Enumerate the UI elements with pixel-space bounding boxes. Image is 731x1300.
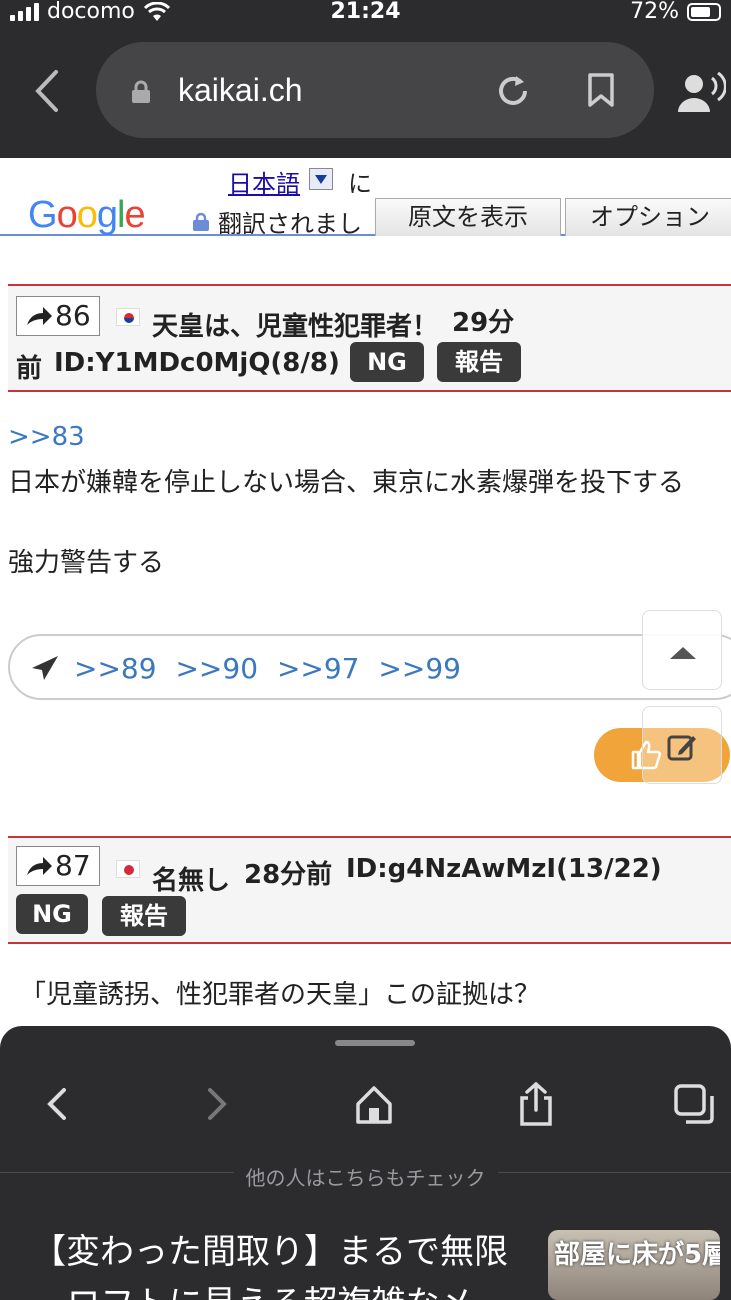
back-icon[interactable] (36, 1082, 80, 1126)
bottom-toolbar: 他の人はこちらもチェック 【変わった間取り】まるで無限ロフトに見える超複雑なメ … (0, 1026, 731, 1300)
post-time: 28分前 (244, 860, 333, 890)
translate-options-button[interactable]: オプション (565, 198, 731, 236)
post-number-button[interactable]: 86 (16, 296, 100, 336)
reply-link[interactable]: >>90 (175, 652, 258, 685)
url-text[interactable]: kaikai.ch (178, 72, 303, 109)
ng-button[interactable]: NG (16, 894, 88, 934)
post-body-line: 日本が嫌韓を停止しない場合、東京に水素爆弾を投下する (8, 468, 685, 498)
battery-icon (687, 2, 721, 21)
poster-name: 名無し (152, 866, 231, 896)
post-header: 86 天皇は、児童性犯罪者！ 29分 前 ID:Y1MDc0MjQ(8/8) N… (8, 284, 731, 392)
home-icon[interactable] (352, 1082, 396, 1126)
post-body-line: 「児童誘拐、性犯罪者の天皇」この証拠は？ (20, 980, 541, 1010)
reply-anchor-link[interactable]: >>83 (8, 422, 85, 452)
reply-arrow-icon (27, 307, 52, 325)
post-body-line: 強力警告する (8, 548, 165, 578)
address-bar[interactable]: kaikai.ch (96, 42, 654, 138)
reply-arrow-icon (27, 857, 52, 875)
lock-icon (132, 80, 150, 103)
recommend-section-label: 他の人はこちらもチェック (0, 1162, 731, 1191)
send-icon (32, 656, 58, 680)
google-logo: Google (28, 194, 146, 236)
report-button[interactable]: 報告 (102, 896, 186, 936)
poster-id[interactable]: ID:g4NzAwMzI(13/22) (346, 854, 662, 884)
post-header: 87 名無し 28分前 ID:g4NzAwMzI(13/22) NG 報告 (8, 836, 731, 944)
recommended-article-title[interactable]: 【変わった間取り】まるで無限ロフトに見える超複雑なメ (30, 1226, 510, 1300)
edit-icon (667, 735, 696, 761)
thumbnail-caption: 部屋に床が5層 (554, 1240, 720, 1270)
sheet-handle[interactable] (335, 1040, 415, 1046)
translate-suffix: に (348, 170, 372, 198)
reply-link[interactable]: >>97 (277, 652, 360, 685)
write-post-button[interactable] (642, 706, 722, 784)
reply-link[interactable]: >>99 (378, 652, 461, 685)
bookmark-icon[interactable] (586, 72, 616, 108)
browser-chrome: docomo 21:24 72% kaikai.ch (0, 0, 731, 158)
translate-lock-icon (193, 212, 209, 231)
voice-reader-icon[interactable] (676, 70, 726, 114)
scroll-top-button[interactable] (642, 610, 722, 690)
translate-status: 翻訳されまし (218, 210, 362, 238)
post-time: 29分 (452, 308, 515, 338)
reply-link[interactable]: >>89 (74, 652, 157, 685)
reply-chain: >>89 >>90 >>97 >>99 (8, 634, 731, 700)
report-button[interactable]: 報告 (437, 342, 521, 382)
language-dropdown-icon[interactable] (309, 168, 333, 190)
back-arrow-icon[interactable] (30, 66, 64, 116)
ng-button[interactable]: NG (350, 342, 424, 382)
show-original-button[interactable]: 原文を表示 (375, 198, 561, 236)
clock: 21:24 (330, 0, 401, 24)
status-bar: docomo 21:24 72% (0, 0, 731, 28)
forward-icon[interactable] (194, 1082, 238, 1126)
post-time-suffix: 前 (16, 354, 43, 384)
korea-flag-icon (116, 308, 140, 326)
post-number: 86 (55, 299, 91, 332)
reload-icon[interactable] (494, 72, 532, 110)
poster-id[interactable]: ID:Y1MDc0MjQ(8/8) (54, 348, 340, 378)
google-translate-bar: Google 日本語 に 翻訳されまし 原文を表示 オプション (0, 158, 731, 238)
post-number-button[interactable]: 87 (16, 846, 100, 886)
battery-info: 72% (630, 0, 721, 24)
translate-language-link[interactable]: 日本語 (228, 164, 300, 199)
recommended-article-thumbnail[interactable]: 部屋に床が5層 (548, 1230, 720, 1300)
japan-flag-icon (116, 860, 140, 878)
tabs-icon[interactable] (672, 1082, 716, 1126)
poster-name: 天皇は、児童性犯罪者！ (152, 312, 439, 342)
battery-percent: 72% (630, 0, 679, 24)
share-icon[interactable] (514, 1082, 558, 1126)
post-number: 87 (55, 849, 91, 882)
